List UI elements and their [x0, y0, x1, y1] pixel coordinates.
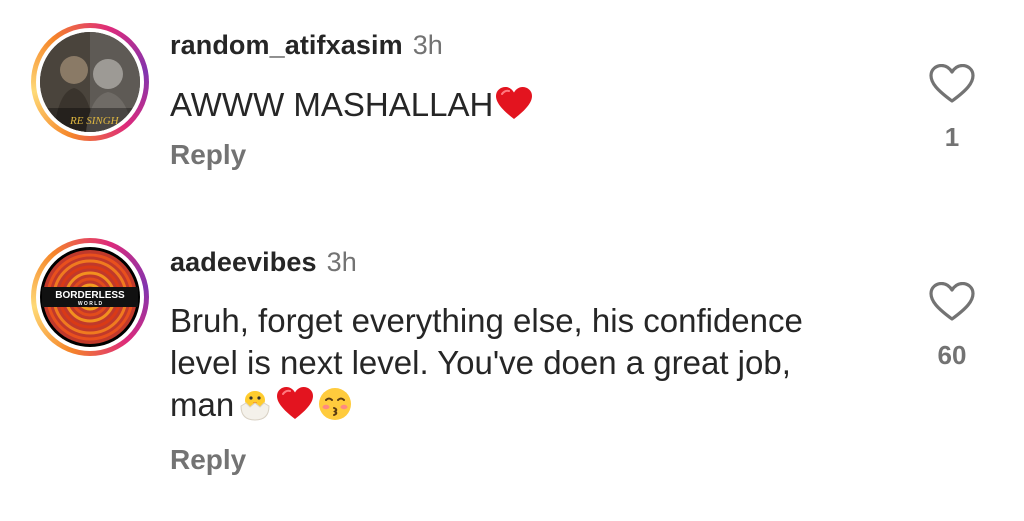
avatar[interactable]: RE SINGH [31, 23, 149, 141]
reply-button[interactable]: Reply [170, 444, 246, 476]
svg-text:RE SINGH: RE SINGH [69, 115, 120, 127]
like-heart-icon[interactable] [929, 63, 975, 104]
comment-timestamp: 3h [326, 247, 357, 277]
borderless-world-logo-icon: BORDERLESS W O R L D [40, 247, 140, 347]
kissing-face-emoji-icon [316, 386, 354, 422]
hatching-chick-emoji-icon [236, 386, 274, 422]
red-heart-emoji-icon [495, 86, 533, 122]
comment-text: AWWW MASHALLAH [170, 84, 890, 126]
avatar[interactable]: BORDERLESS W O R L D [31, 238, 149, 356]
profile-photo-icon: RE SINGH [40, 32, 140, 132]
like-count: 1 [944, 122, 960, 152]
username-link[interactable]: random_atifxasim [170, 30, 403, 60]
like-heart-icon[interactable] [929, 281, 975, 322]
comment-timestamp: 3h [412, 30, 443, 60]
avatar-logo-subtext: W O R L D [78, 301, 103, 307]
avatar-logo-text: BORDERLESS [55, 290, 125, 301]
comment-line: man [170, 386, 235, 423]
comment-line: Bruh, forget everything else, his confid… [170, 302, 803, 339]
reply-button[interactable]: Reply [170, 139, 246, 171]
red-heart-emoji-icon [276, 386, 314, 422]
comment-line: level is next level. You've doen a great… [170, 344, 791, 381]
comment-item: RE SINGH random_atifxasim 3h AWWW MASHALL… [0, 0, 1024, 220]
comment-text: Bruh, forget everything else, his confid… [170, 300, 890, 426]
like-count: 60 [937, 340, 967, 370]
username-link[interactable]: aadeevibes [170, 247, 317, 277]
comment-item: BORDERLESS W O R L D aadeevibes 3h Bruh, … [0, 220, 1024, 520]
